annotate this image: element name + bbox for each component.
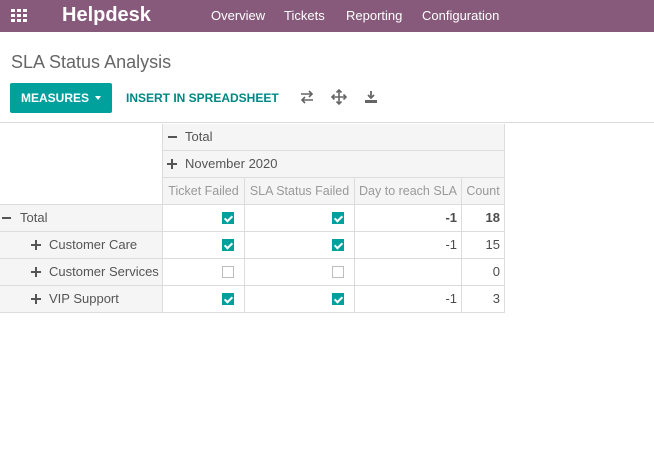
page-title: SLA Status Analysis	[11, 52, 172, 72]
minus-icon	[168, 136, 177, 138]
table-cell	[245, 259, 355, 286]
measures-label: MEASURES	[21, 91, 90, 105]
table-cell	[163, 205, 245, 232]
caret-down-icon	[95, 96, 101, 100]
table-cell	[163, 259, 245, 286]
checkbox-unchecked-icon	[222, 266, 234, 278]
row-header-customer-care[interactable]: Customer Care	[0, 232, 163, 259]
checkbox-checked-icon	[332, 293, 344, 305]
checkbox-checked-icon	[332, 239, 344, 251]
checkbox-checked-icon	[222, 212, 234, 224]
col-header-month[interactable]: November 2020	[163, 151, 505, 178]
control-panel: SLA Status Analysis MEASURES INSERT IN S…	[0, 32, 654, 123]
col-header-total[interactable]: Total	[163, 124, 505, 151]
insert-in-spreadsheet-button[interactable]: INSERT IN SPREADSHEET	[126, 91, 279, 105]
flip-axis-icon[interactable]	[299, 89, 315, 105]
table-cell	[163, 232, 245, 259]
measures-button[interactable]: MEASURES	[10, 83, 112, 113]
table-cell: 3	[462, 286, 505, 313]
table-cell	[163, 286, 245, 313]
top-navbar: Helpdesk Overview Tickets Reporting Conf…	[0, 0, 654, 32]
measure-header-day-to-reach[interactable]: Day to reach SLA	[355, 178, 462, 205]
table-cell	[245, 232, 355, 259]
pivot-corner	[0, 124, 163, 205]
table-cell	[355, 259, 462, 286]
table-cell	[245, 286, 355, 313]
app-brand[interactable]: Helpdesk	[62, 3, 151, 27]
table-cell: 18	[462, 205, 505, 232]
checkbox-checked-icon	[332, 212, 344, 224]
expand-all-icon[interactable]	[331, 89, 347, 105]
download-icon[interactable]	[363, 89, 379, 105]
table-cell: -1	[355, 205, 462, 232]
minus-icon	[2, 217, 11, 219]
row-header-total[interactable]: Total	[0, 205, 163, 232]
row-header-customer-services[interactable]: Customer Services	[0, 259, 163, 286]
row-header-vip-support[interactable]: VIP Support	[0, 286, 163, 313]
plus-icon	[167, 159, 177, 169]
measure-header-sla-failed[interactable]: SLA Status Failed	[245, 178, 355, 205]
checkbox-checked-icon	[222, 239, 234, 251]
plus-icon	[31, 294, 41, 304]
menu-configuration[interactable]: Configuration	[422, 8, 499, 23]
table-cell	[245, 205, 355, 232]
plus-icon	[31, 240, 41, 250]
menu-overview[interactable]: Overview	[211, 8, 265, 23]
table-cell: -1	[355, 286, 462, 313]
table-cell: 15	[462, 232, 505, 259]
measure-header-count[interactable]: Count	[462, 178, 505, 205]
checkbox-checked-icon	[222, 293, 234, 305]
menu-tickets[interactable]: Tickets	[284, 8, 325, 23]
plus-icon	[31, 267, 41, 277]
table-cell: -1	[355, 232, 462, 259]
apps-grid-icon[interactable]	[11, 9, 28, 22]
checkbox-unchecked-icon	[332, 266, 344, 278]
table-cell: 0	[462, 259, 505, 286]
menu-reporting[interactable]: Reporting	[346, 8, 402, 23]
measure-header-ticket-failed[interactable]: Ticket Failed	[163, 178, 245, 205]
